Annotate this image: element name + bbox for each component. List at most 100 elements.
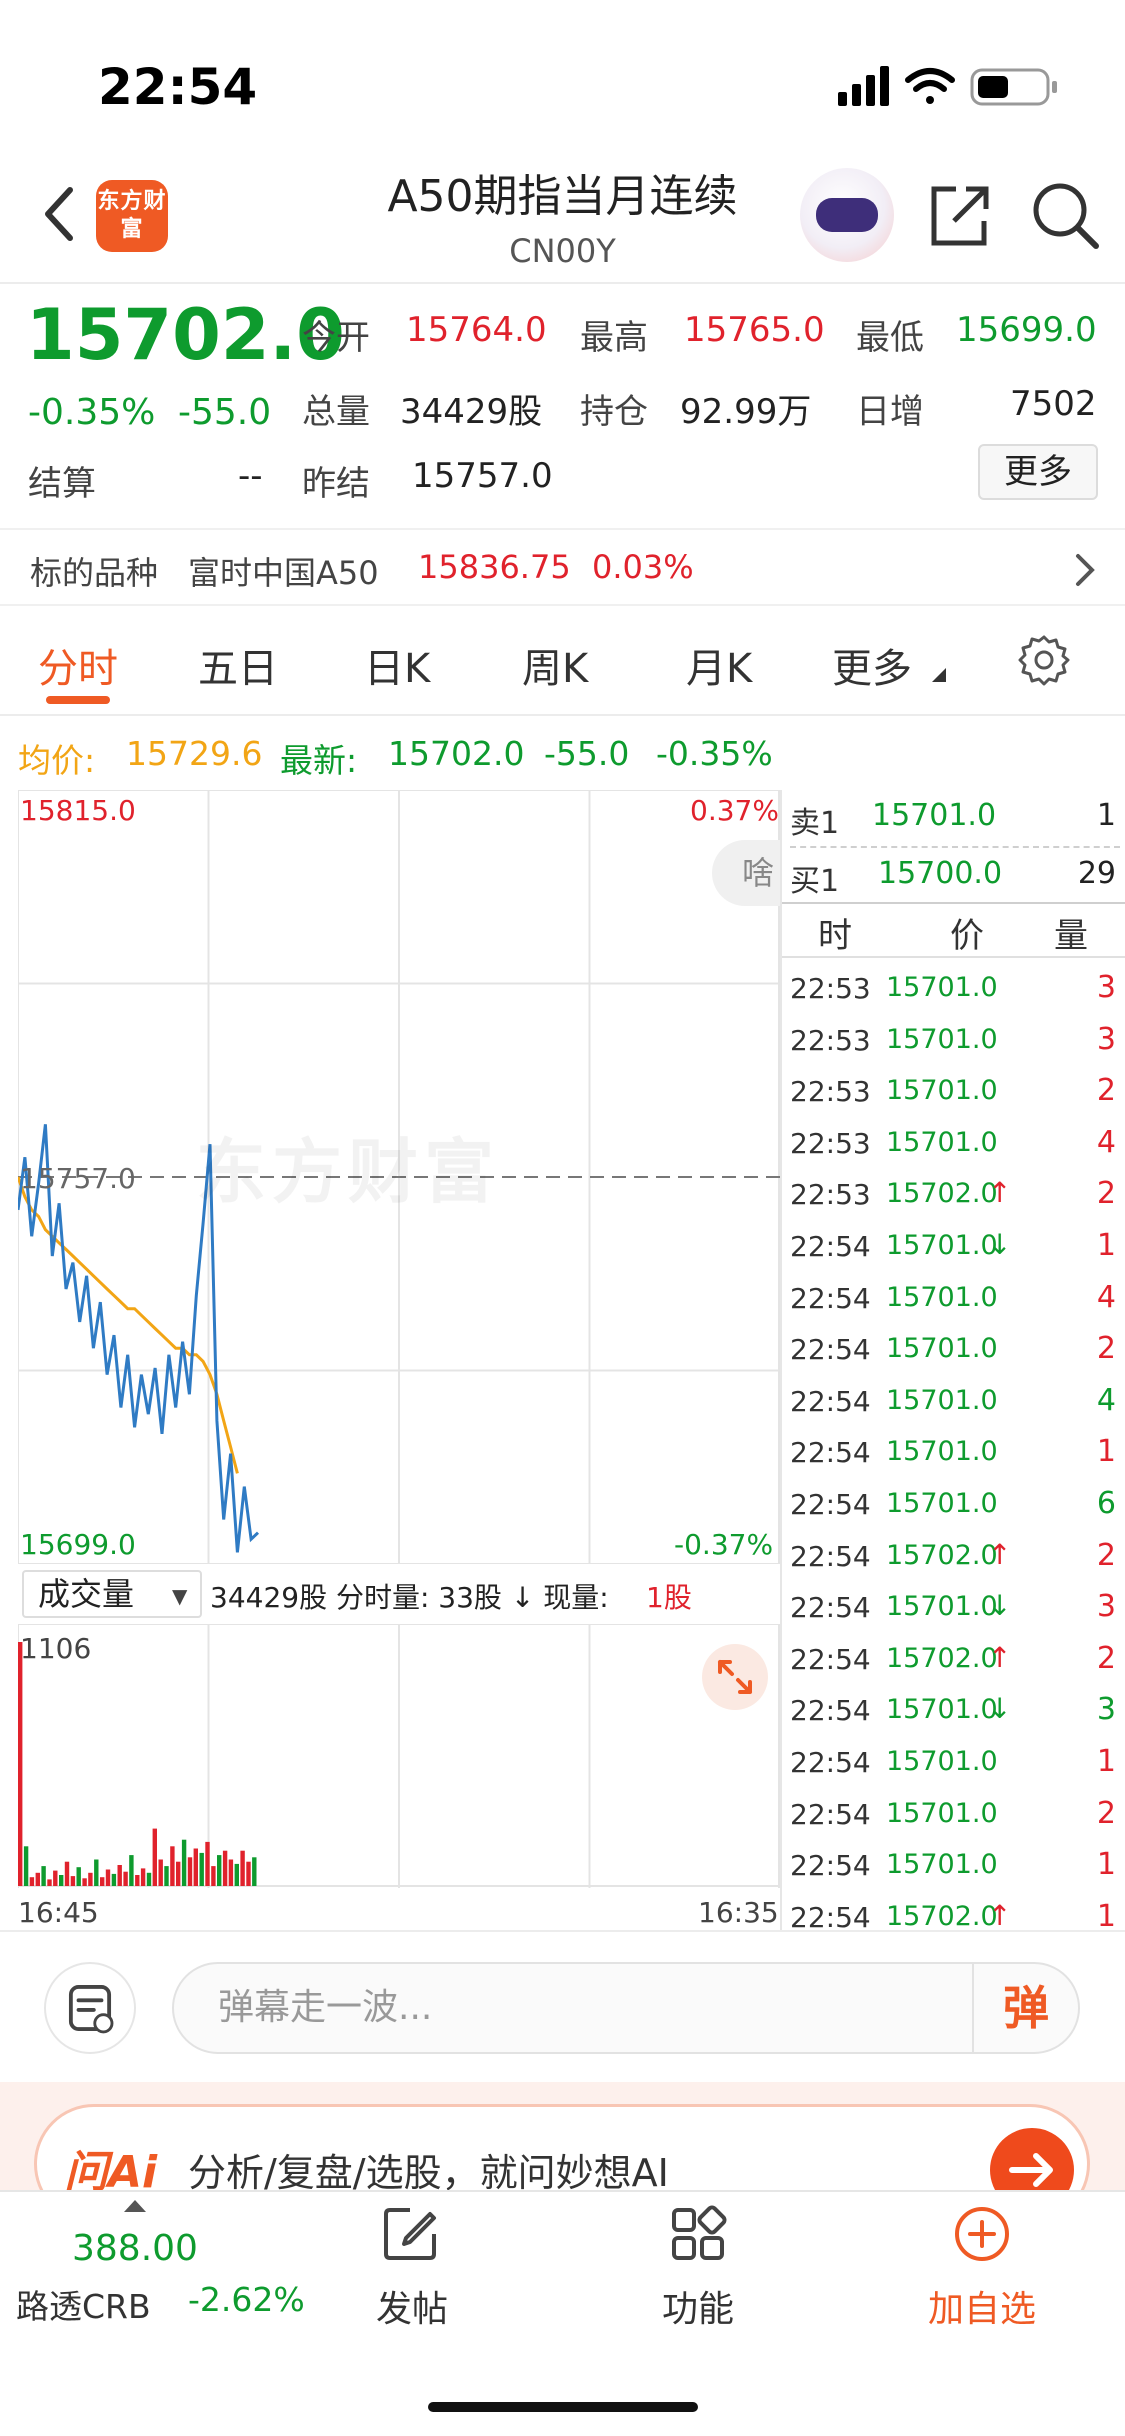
volume-bar xyxy=(199,1852,204,1886)
prev-settle-label: 昨结 xyxy=(302,464,370,504)
tab-monthly-k[interactable]: 月K xyxy=(686,636,752,694)
more-button[interactable]: 更多 xyxy=(978,444,1098,500)
tick-row: 22:54 15701.0 6 xyxy=(790,1480,1120,1532)
volume-label: 总量 xyxy=(302,392,370,432)
volume-max-label: 1106 xyxy=(20,1632,92,1665)
tick-volume: 2 xyxy=(1096,1176,1116,1212)
volume-bar xyxy=(47,1879,52,1886)
caret-up-icon[interactable] xyxy=(124,2200,146,2212)
tick-time: 22:54 xyxy=(790,1281,871,1315)
search-icon[interactable] xyxy=(1030,180,1100,250)
bid1-label: 买1 xyxy=(790,864,840,899)
ticks-list[interactable]: 22:53 15701.0 3 22:53 15701.0 3 22:53 15701.0 2 2… xyxy=(790,964,1120,1944)
tab-weekly-k[interactable]: 周K xyxy=(522,636,588,694)
tick-volume: 1 xyxy=(1096,1847,1116,1883)
volume-bar xyxy=(105,1869,111,1886)
volume-bar xyxy=(240,1850,245,1886)
tick-price: 15701.0 xyxy=(886,972,998,1003)
tick-time: 22:54 xyxy=(790,1487,871,1521)
change-value: -55.0 xyxy=(178,392,272,433)
tick-price: 15701.0 xyxy=(886,1281,998,1313)
tick-volume: 2 xyxy=(1096,1537,1116,1573)
volume-bar xyxy=(211,1866,216,1886)
tick-row: 22:54 15701.0 1 xyxy=(790,1428,1120,1480)
volume-info: 34429股 分时量: 33股 ↓ 现量: xyxy=(210,1581,609,1614)
plus-circle-icon[interactable] xyxy=(952,2204,1012,2264)
volume-bar xyxy=(29,1877,35,1886)
chart-prev-settle: 15757.0 xyxy=(20,1162,136,1195)
volume-bar xyxy=(135,1875,140,1886)
crb-index-label[interactable]: 路透CRB xyxy=(16,2280,151,2328)
nav-functions[interactable]: 功能 xyxy=(662,2280,734,2332)
tick-volume: 1 xyxy=(1096,1898,1116,1934)
latest-change: -55.0 xyxy=(544,734,630,773)
tick-price: 15702.0 xyxy=(886,1539,998,1571)
ticks-divider xyxy=(782,956,1125,958)
input-divider xyxy=(0,1930,1125,1932)
tick-time: 22:53 xyxy=(790,1075,871,1109)
ask1-price: 15701.0 xyxy=(872,798,997,833)
gear-icon[interactable] xyxy=(1018,634,1070,686)
tick-price: 15701.0 xyxy=(886,1591,998,1623)
volume-bar xyxy=(70,1876,76,1886)
chevron-down-icon[interactable]: ▼ xyxy=(172,1584,187,1608)
volume-bar xyxy=(164,1866,169,1886)
tabs-divider xyxy=(0,714,1125,716)
daily-increase-label: 日增 xyxy=(856,392,924,432)
time-axis-end: 16:35 xyxy=(698,1896,779,1929)
tick-time: 22:54 xyxy=(790,1333,871,1367)
tick-volume: 2 xyxy=(1096,1640,1116,1676)
volume-bar xyxy=(35,1872,40,1886)
share-icon[interactable] xyxy=(926,183,992,249)
tab-more[interactable]: 更多 xyxy=(832,636,912,694)
tick-volume: 2 xyxy=(1096,1073,1116,1109)
status-icons xyxy=(838,66,1057,106)
volume-chart[interactable] xyxy=(18,1624,780,1888)
edit-icon[interactable] xyxy=(380,2204,440,2264)
tick-row: 22:53 15701.0 2 xyxy=(790,1067,1120,1119)
high-value: 15765.0 xyxy=(684,310,825,350)
volume-bar xyxy=(181,1839,187,1886)
volume-bar xyxy=(176,1861,181,1886)
tick-price: 15701.0 xyxy=(886,1849,998,1881)
tick-volume: 3 xyxy=(1096,1692,1116,1728)
expand-icon[interactable] xyxy=(702,1644,768,1710)
wifi-icon xyxy=(905,68,955,104)
tick-row: 22:54 15701.0 1 xyxy=(790,1841,1120,1893)
volume-bar xyxy=(158,1859,163,1886)
volume-bar xyxy=(228,1859,234,1886)
latest-percent: -0.35% xyxy=(656,734,773,773)
danmu-bubble[interactable]: 啥 xyxy=(712,840,782,906)
chart-high-price: 15815.0 xyxy=(20,794,136,827)
crb-index-percent[interactable]: -2.62% xyxy=(188,2280,305,2319)
tick-price: 15701.0 xyxy=(886,1333,998,1365)
underlying-label: 标的品种 xyxy=(30,554,159,592)
tab-daily-k[interactable]: 日K xyxy=(364,636,430,694)
tick-time: 22:54 xyxy=(790,1900,871,1934)
status-time: 22:54 xyxy=(98,58,258,116)
danmu-input[interactable]: 弹幕走一波... xyxy=(172,1962,1080,2054)
ai-assistant-icon[interactable] xyxy=(800,168,894,262)
note-settings-icon[interactable] xyxy=(44,1962,136,2054)
tick-row: 22:54 15701.0 2 xyxy=(790,1325,1120,1377)
nav-add-watchlist[interactable]: 加自选 xyxy=(928,2280,1036,2332)
chevron-right-icon[interactable] xyxy=(1070,550,1100,590)
tick-price: 15701.0 xyxy=(886,1075,998,1107)
settle-value: -- xyxy=(238,456,263,496)
volume-bar xyxy=(152,1828,157,1886)
grid-apps-icon[interactable] xyxy=(668,2204,728,2264)
tab-intraday[interactable]: 分时 xyxy=(38,636,118,694)
crb-index-value[interactable]: 388.00 xyxy=(72,2228,198,2269)
tick-price: 15702.0 xyxy=(886,1178,998,1210)
tick-price: 15701.0 xyxy=(886,1694,998,1726)
tab-five-day[interactable]: 五日 xyxy=(198,636,278,694)
tick-time: 22:54 xyxy=(790,1797,871,1831)
tick-volume: 1 xyxy=(1096,1227,1116,1263)
danmu-send-button[interactable]: 弹 xyxy=(972,1964,1078,2052)
tab-active-indicator xyxy=(46,696,110,704)
tick-price: 15701.0 xyxy=(886,1436,998,1468)
tick-volume: 6 xyxy=(1096,1485,1116,1521)
volume-bar xyxy=(205,1841,210,1886)
tick-time: 22:54 xyxy=(790,1642,871,1676)
nav-post[interactable]: 发帖 xyxy=(376,2280,448,2332)
